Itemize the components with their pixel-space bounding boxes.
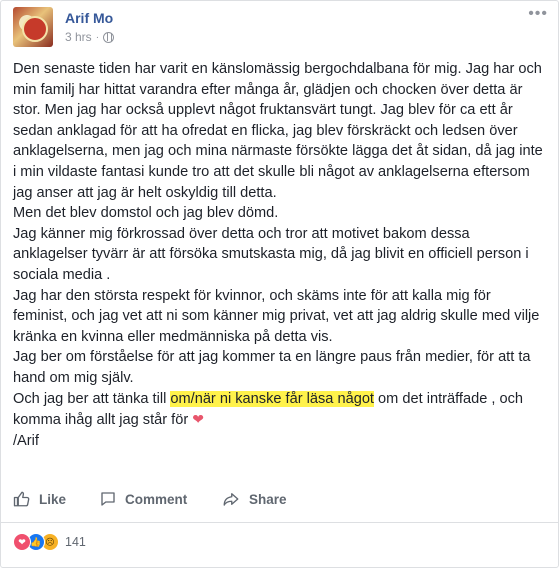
paragraph: Jag ber om förståelse för att jag kommer…: [13, 349, 531, 386]
heart-emoji-icon: ❤: [192, 411, 204, 428]
share-button[interactable]: Share: [221, 490, 287, 508]
share-label: Share: [249, 491, 287, 507]
divider: [1, 522, 558, 523]
more-options-button[interactable]: •••: [528, 5, 548, 23]
post-text: Den senaste tiden har varit en känslomäs…: [13, 59, 543, 451]
post-header: Arif Mo 3 hrs · •••: [13, 5, 548, 47]
paragraph: Jag har den största respekt för kvinnor,…: [13, 287, 540, 345]
author-name[interactable]: Arif Mo: [65, 10, 113, 26]
paragraph-last: Och jag ber att tänka till om/när ni kan…: [13, 389, 543, 431]
like-label: Like: [39, 491, 67, 507]
signature: /Arif: [13, 432, 39, 449]
avatar[interactable]: [13, 7, 53, 47]
globe-icon[interactable]: [103, 31, 115, 43]
comment-button[interactable]: Comment: [99, 490, 187, 508]
paragraph: Men det blev domstol och jag blev dömd.: [13, 205, 279, 222]
highlighted-text: om/när ni kanske får läsa något: [170, 390, 374, 407]
paragraph: Jag känner mig förkrossad över detta och…: [13, 225, 529, 283]
reaction-count[interactable]: 141: [65, 535, 86, 549]
love-reaction-icon: ❤: [13, 533, 31, 551]
post-card: Arif Mo 3 hrs · ••• Den senaste tiden ha…: [0, 0, 559, 568]
timestamp[interactable]: 3 hrs: [65, 30, 92, 44]
thumbs-up-icon: [13, 491, 30, 507]
like-button[interactable]: Like: [13, 490, 66, 508]
text-segment: Och jag ber att tänka till: [13, 390, 171, 407]
comment-icon: [101, 492, 115, 506]
reactions-summary[interactable]: ❤ 👍 ☹ 141: [13, 532, 86, 552]
share-icon: [223, 493, 239, 506]
comment-label: Comment: [125, 491, 188, 507]
paragraph: Den senaste tiden har varit en känslomäs…: [13, 61, 543, 201]
meta-separator: ·: [95, 31, 100, 43]
post-meta: 3 hrs ·: [65, 30, 115, 44]
action-bar: Like Comment Share: [1, 481, 558, 517]
